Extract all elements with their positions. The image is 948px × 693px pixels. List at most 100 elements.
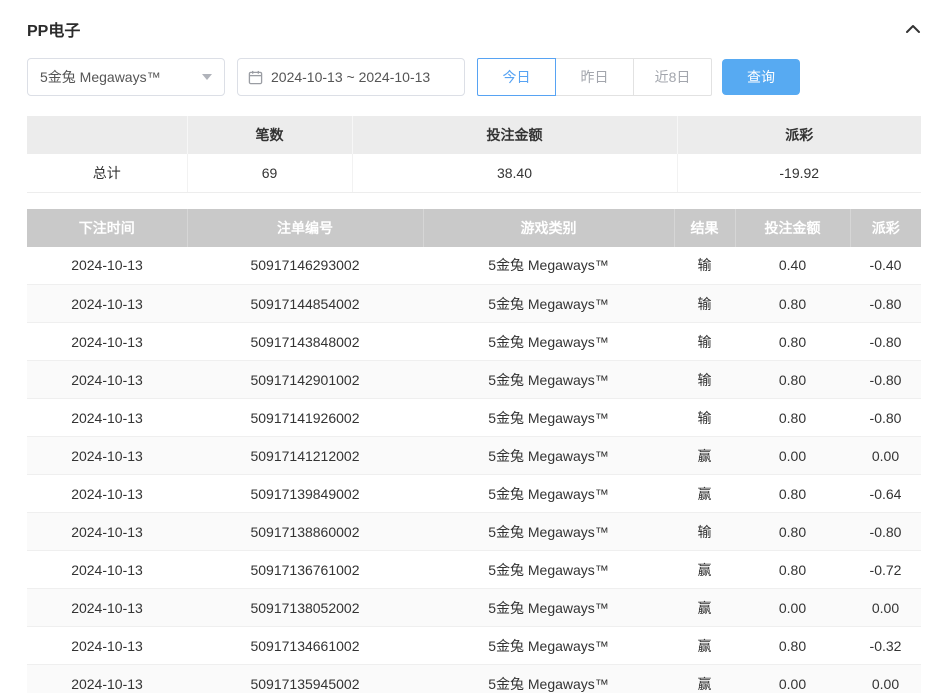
cell-bet-time: 2024-10-13 xyxy=(27,437,187,475)
cell-bet-time: 2024-10-13 xyxy=(27,361,187,399)
bets-header-row: 下注时间 注单编号 游戏类别 结果 投注金额 派彩 xyxy=(27,209,921,247)
bet-records-panel: PP电子 5金兔 Megaways™ 2024-10-13 xyxy=(0,0,948,693)
cell-game-type: 5金兔 Megaways™ xyxy=(423,437,674,475)
cell-bet-time: 2024-10-13 xyxy=(27,399,187,437)
cell-bet-id: 50917138052002 xyxy=(187,589,423,627)
cell-result: 赢 xyxy=(674,665,735,693)
total-bet-amount: 38.40 xyxy=(352,154,677,192)
table-row: 2024-10-13 50917138052002 5金兔 Megaways™ … xyxy=(27,589,921,627)
column-header-result: 结果 xyxy=(674,209,735,247)
cell-bet-id: 50917146293002 xyxy=(187,247,423,285)
column-header-bet-amount: 投注金额 xyxy=(352,116,677,154)
cell-game-type: 5金兔 Megaways™ xyxy=(423,361,674,399)
total-label: 总计 xyxy=(27,154,187,192)
column-header-count: 笔数 xyxy=(187,116,352,154)
cell-bet-time: 2024-10-13 xyxy=(27,323,187,361)
cell-bet-id: 50917143848002 xyxy=(187,323,423,361)
page-title: PP电子 xyxy=(27,17,80,41)
cell-game-type: 5金兔 Megaways™ xyxy=(423,551,674,589)
cell-bet-id: 50917138860002 xyxy=(187,513,423,551)
table-row: 2024-10-13 50917134661002 5金兔 Megaways™ … xyxy=(27,627,921,665)
table-row: 2024-10-13 50917136761002 5金兔 Megaways™ … xyxy=(27,551,921,589)
today-button[interactable]: 今日 xyxy=(477,58,556,96)
cell-result: 赢 xyxy=(674,589,735,627)
cell-result: 输 xyxy=(674,247,735,285)
cell-bet-amount: 0.80 xyxy=(735,361,850,399)
cell-result: 输 xyxy=(674,361,735,399)
search-button[interactable]: 查询 xyxy=(722,59,800,95)
cell-bet-amount: 0.80 xyxy=(735,285,850,323)
cell-bet-amount: 0.80 xyxy=(735,513,850,551)
cell-payout: -0.40 xyxy=(850,247,921,285)
summary-total-row: 总计 69 38.40 -19.92 xyxy=(27,154,921,192)
column-header-payout: 派彩 xyxy=(677,116,921,154)
filter-bar: 5金兔 Megaways™ 2024-10-13 ~ 2024-10-13 今日… xyxy=(27,58,921,96)
cell-game-type: 5金兔 Megaways™ xyxy=(423,323,674,361)
cell-result: 输 xyxy=(674,323,735,361)
column-header-blank xyxy=(27,116,187,154)
table-row: 2024-10-13 50917139849002 5金兔 Megaways™ … xyxy=(27,475,921,513)
cell-payout: -0.80 xyxy=(850,323,921,361)
cell-payout: 0.00 xyxy=(850,437,921,475)
cell-payout: -0.80 xyxy=(850,285,921,323)
cell-bet-time: 2024-10-13 xyxy=(27,247,187,285)
cell-bet-amount: 0.80 xyxy=(735,627,850,665)
column-header-bet-time: 下注时间 xyxy=(27,209,187,247)
total-payout: -19.92 xyxy=(677,154,921,192)
cell-result: 赢 xyxy=(674,437,735,475)
cell-game-type: 5金兔 Megaways™ xyxy=(423,665,674,693)
cell-game-type: 5金兔 Megaways™ xyxy=(423,513,674,551)
cell-bet-time: 2024-10-13 xyxy=(27,665,187,693)
table-row: 2024-10-13 50917142901002 5金兔 Megaways™ … xyxy=(27,361,921,399)
cell-payout: -0.32 xyxy=(850,627,921,665)
cell-bet-id: 50917134661002 xyxy=(187,627,423,665)
cell-payout: 0.00 xyxy=(850,665,921,693)
cell-result: 输 xyxy=(674,285,735,323)
cell-bet-id: 50917141926002 xyxy=(187,399,423,437)
quick-date-button-group: 今日 昨日 近8日 xyxy=(477,58,712,96)
table-row: 2024-10-13 50917138860002 5金兔 Megaways™ … xyxy=(27,513,921,551)
column-header-game-type: 游戏类别 xyxy=(423,209,674,247)
cell-payout: -0.80 xyxy=(850,399,921,437)
cell-game-type: 5金兔 Megaways™ xyxy=(423,627,674,665)
cell-payout: -0.72 xyxy=(850,551,921,589)
cell-result: 赢 xyxy=(674,551,735,589)
game-select-value: 5金兔 Megaways™ xyxy=(40,67,161,87)
last-8-days-button[interactable]: 近8日 xyxy=(633,58,712,96)
bets-table: 下注时间 注单编号 游戏类别 结果 投注金额 派彩 2024-10-13 509… xyxy=(27,209,921,693)
cell-payout: -0.80 xyxy=(850,513,921,551)
cell-bet-amount: 0.80 xyxy=(735,399,850,437)
cell-bet-id: 50917141212002 xyxy=(187,437,423,475)
cell-bet-amount: 0.40 xyxy=(735,247,850,285)
table-row: 2024-10-13 50917146293002 5金兔 Megaways™ … xyxy=(27,247,921,285)
cell-bet-time: 2024-10-13 xyxy=(27,285,187,323)
cell-bet-id: 50917144854002 xyxy=(187,285,423,323)
cell-bet-time: 2024-10-13 xyxy=(27,551,187,589)
summary-table: 笔数 投注金额 派彩 总计 69 38.40 -19.92 xyxy=(27,116,921,193)
cell-result: 赢 xyxy=(674,475,735,513)
calendar-icon xyxy=(248,70,263,85)
chevron-up-icon xyxy=(905,24,921,34)
date-range-value: 2024-10-13 ~ 2024-10-13 xyxy=(271,69,430,85)
game-select[interactable]: 5金兔 Megaways™ xyxy=(27,58,225,96)
cell-payout: -0.64 xyxy=(850,475,921,513)
cell-bet-amount: 0.00 xyxy=(735,437,850,475)
table-row: 2024-10-13 50917141212002 5金兔 Megaways™ … xyxy=(27,437,921,475)
cell-bet-id: 50917135945002 xyxy=(187,665,423,693)
yesterday-button[interactable]: 昨日 xyxy=(555,58,634,96)
collapse-panel-button[interactable] xyxy=(905,24,921,34)
cell-game-type: 5金兔 Megaways™ xyxy=(423,399,674,437)
cell-bet-amount: 0.80 xyxy=(735,551,850,589)
cell-payout: 0.00 xyxy=(850,589,921,627)
cell-bet-time: 2024-10-13 xyxy=(27,475,187,513)
cell-bet-time: 2024-10-13 xyxy=(27,589,187,627)
cell-result: 赢 xyxy=(674,627,735,665)
date-range-input[interactable]: 2024-10-13 ~ 2024-10-13 xyxy=(237,58,465,96)
cell-bet-id: 50917136761002 xyxy=(187,551,423,589)
table-row: 2024-10-13 50917143848002 5金兔 Megaways™ … xyxy=(27,323,921,361)
cell-bet-time: 2024-10-13 xyxy=(27,513,187,551)
column-header-payout: 派彩 xyxy=(850,209,921,247)
total-count: 69 xyxy=(187,154,352,192)
cell-bet-amount: 0.00 xyxy=(735,589,850,627)
cell-bet-id: 50917139849002 xyxy=(187,475,423,513)
